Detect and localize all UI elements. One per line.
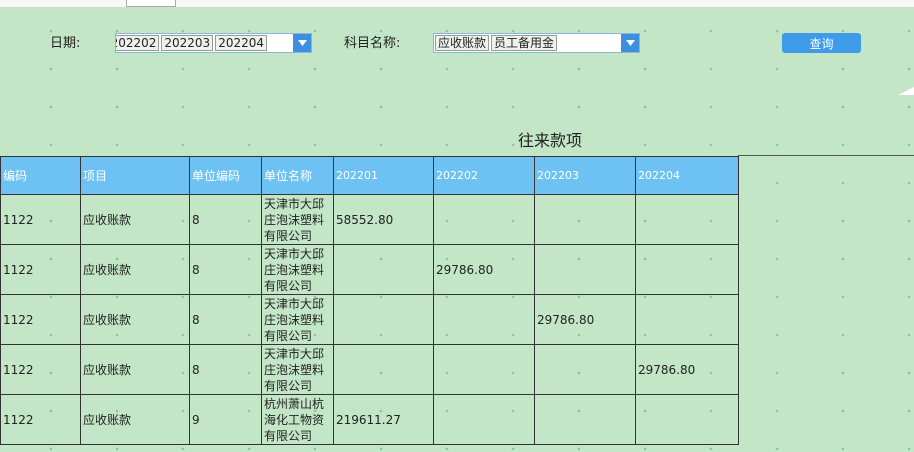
column-header[interactable]: 项目 bbox=[80, 156, 190, 195]
cell-unit-code: 9 bbox=[189, 394, 262, 445]
table-row[interactable]: 1122 应收账款 9 杭州萧山杭海化工物资有限公司 219611.27 bbox=[0, 394, 739, 445]
date-chip[interactable]: 202202 bbox=[116, 35, 160, 51]
column-header[interactable]: 202201 bbox=[333, 156, 434, 195]
subject-label: 科目名称: bbox=[344, 36, 401, 51]
cell-202203: 29786.80 bbox=[534, 294, 636, 345]
toolbar-input-stub[interactable] bbox=[126, 0, 176, 7]
cell-unit-name: 杭州萧山杭海化工物资有限公司 bbox=[261, 394, 334, 445]
table-row[interactable]: 1122 应收账款 8 天津市大邱庄泡沫塑料有限公司 29786.80 bbox=[0, 344, 739, 395]
corner-decoration bbox=[898, 87, 914, 95]
cell-202204 bbox=[635, 294, 739, 345]
cell-unit-code: 8 bbox=[189, 344, 262, 395]
cell-202204 bbox=[635, 394, 739, 445]
cell-unit-name: 天津市大邱庄泡沫塑料有限公司 bbox=[261, 344, 334, 395]
subject-chip[interactable]: 应收账款 bbox=[435, 35, 490, 51]
cell-202204 bbox=[635, 194, 739, 245]
cell-unit-code: 8 bbox=[189, 194, 262, 245]
cell-202201 bbox=[333, 344, 434, 395]
column-header[interactable]: 编码 bbox=[0, 156, 81, 195]
table-header-row: 编码 项目 单位编码 单位名称 202201 202202 202203 202… bbox=[0, 156, 739, 195]
cell-code: 1122 bbox=[0, 394, 81, 445]
column-header[interactable]: 202204 bbox=[635, 156, 739, 195]
date-chip-list: 202202 202203 202204 bbox=[116, 35, 293, 51]
title-underline bbox=[738, 155, 914, 156]
cell-item: 应收账款 bbox=[80, 244, 190, 295]
cell-202201 bbox=[333, 294, 434, 345]
date-select[interactable]: 202202 202203 202204 bbox=[115, 33, 312, 53]
subject-select[interactable]: 应收账款 员工备用金 bbox=[433, 33, 640, 53]
cell-item: 应收账款 bbox=[80, 394, 190, 445]
table-row[interactable]: 1122 应收账款 8 天津市大邱庄泡沫塑料有限公司 29786.80 bbox=[0, 244, 739, 295]
cell-code: 1122 bbox=[0, 344, 81, 395]
chevron-down-icon[interactable] bbox=[293, 34, 311, 52]
cell-202203 bbox=[534, 344, 636, 395]
cell-unit-code: 8 bbox=[189, 294, 262, 345]
column-header[interactable]: 202202 bbox=[433, 156, 535, 195]
cell-202201: 219611.27 bbox=[333, 394, 434, 445]
cell-unit-code: 8 bbox=[189, 244, 262, 295]
cell-unit-name: 天津市大邱庄泡沫塑料有限公司 bbox=[261, 294, 334, 345]
cell-202202 bbox=[433, 394, 535, 445]
top-toolbar-strip bbox=[0, 0, 914, 8]
date-chip[interactable]: 202204 bbox=[215, 35, 267, 51]
cell-202202 bbox=[433, 344, 535, 395]
cell-202203 bbox=[534, 244, 636, 295]
report-title: 往来款项 bbox=[517, 131, 582, 150]
column-header[interactable]: 202203 bbox=[534, 156, 636, 195]
table-row[interactable]: 1122 应收账款 8 天津市大邱庄泡沫塑料有限公司 58552.80 bbox=[0, 194, 739, 245]
column-header[interactable]: 单位名称 bbox=[261, 156, 334, 195]
cell-unit-name: 天津市大邱庄泡沫塑料有限公司 bbox=[261, 194, 334, 245]
cell-202202 bbox=[433, 194, 535, 245]
cell-code: 1122 bbox=[0, 294, 81, 345]
cell-code: 1122 bbox=[0, 244, 81, 295]
cell-202204 bbox=[635, 244, 739, 295]
subject-chip[interactable]: 员工备用金 bbox=[491, 35, 558, 51]
report-table: 编码 项目 单位编码 单位名称 202201 202202 202203 202… bbox=[0, 156, 739, 445]
cell-code: 1122 bbox=[0, 194, 81, 245]
date-chip[interactable]: 202203 bbox=[161, 35, 214, 51]
cell-202203 bbox=[534, 394, 636, 445]
subject-chip-list: 应收账款 员工备用金 bbox=[434, 35, 621, 51]
cell-item: 应收账款 bbox=[80, 194, 190, 245]
cell-unit-name: 天津市大邱庄泡沫塑料有限公司 bbox=[261, 244, 334, 295]
cell-item: 应收账款 bbox=[80, 344, 190, 395]
cell-202202: 29786.80 bbox=[433, 244, 535, 295]
cell-202201 bbox=[333, 244, 434, 295]
cell-202203 bbox=[534, 194, 636, 245]
chevron-down-icon[interactable] bbox=[621, 34, 639, 52]
query-button[interactable]: 查询 bbox=[782, 33, 861, 53]
table-row[interactable]: 1122 应收账款 8 天津市大邱庄泡沫塑料有限公司 29786.80 bbox=[0, 294, 739, 345]
cell-202202 bbox=[433, 294, 535, 345]
cell-202204: 29786.80 bbox=[635, 344, 739, 395]
date-label: 日期: bbox=[50, 36, 81, 51]
cell-item: 应收账款 bbox=[80, 294, 190, 345]
cell-202201: 58552.80 bbox=[333, 194, 434, 245]
column-header[interactable]: 单位编码 bbox=[189, 156, 262, 195]
